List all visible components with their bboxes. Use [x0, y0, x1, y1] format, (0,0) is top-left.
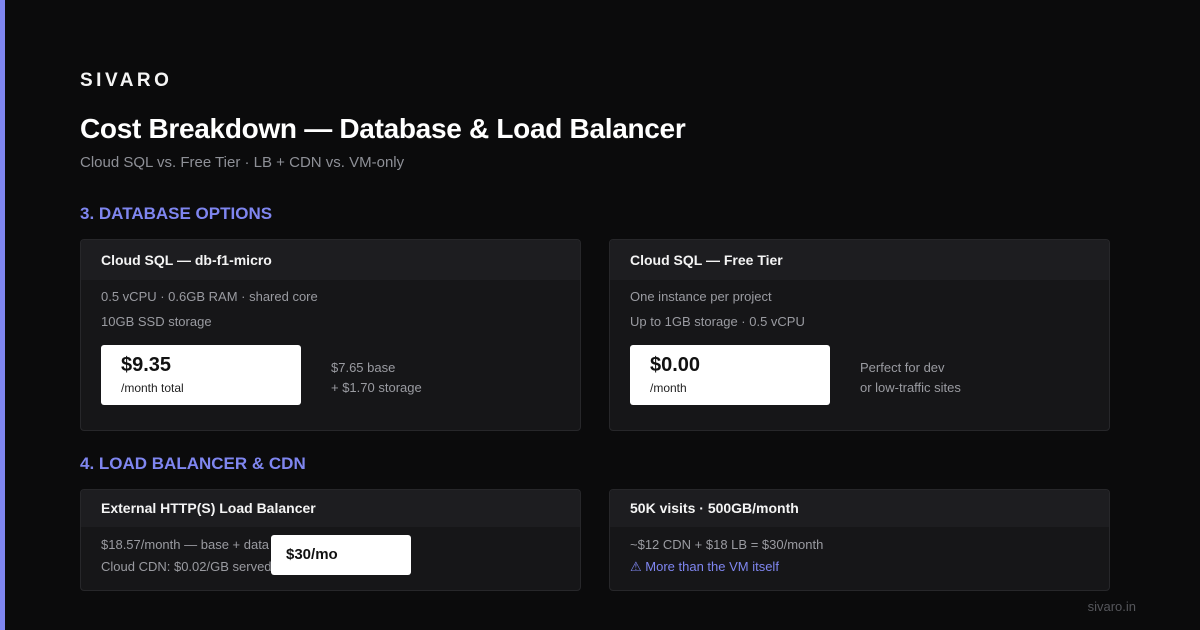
price-box: $9.35 /month total — [101, 345, 301, 405]
price-amount: $9.35 — [121, 354, 172, 376]
warning-text: ⚠ More than the VM itself — [630, 559, 779, 575]
brand-logo: SIVARO — [80, 70, 173, 91]
card-header: External HTTP(S) Load Balancer — [81, 490, 580, 527]
price-note-line: or low-traffic sites — [860, 380, 961, 395]
spec-line: ~$12 CDN + $18 LB = $30/month — [630, 537, 824, 552]
card-header: Cloud SQL — Free Tier — [610, 240, 1109, 280]
spec-line: $18.57/month — base + data — [101, 537, 270, 552]
page-subtitle: Cloud SQL vs. Free Tier · LB + CDN vs. V… — [80, 154, 405, 171]
price-note-line: $7.65 base — [331, 360, 396, 375]
price-note-line: + $1.70 storage — [331, 380, 422, 395]
card-cloud-sql-free: Cloud SQL — Free Tier One instance per p… — [609, 239, 1110, 431]
section-title-database: 3. DATABASE OPTIONS — [80, 204, 273, 223]
spec-line: Cloud CDN: $0.02/GB served — [101, 559, 272, 574]
price-period: /month total — [121, 381, 184, 395]
card-traffic-estimate: 50K visits · 500GB/month ~$12 CDN + $18 … — [609, 489, 1110, 591]
warning-icon: ⚠ More than the VM itself — [630, 559, 779, 574]
spec-line: 10GB SSD storage — [101, 314, 212, 329]
price-period: /month — [650, 381, 687, 395]
footer-url: sivaro.in — [1087, 599, 1136, 614]
price-note: $7.65 base + $1.70 storage — [331, 358, 422, 398]
price-amount: $30/mo — [286, 546, 338, 563]
card-header: 50K visits · 500GB/month — [610, 490, 1109, 527]
price-box: $0.00 /month — [630, 345, 830, 405]
price-amount: $0.00 — [650, 354, 701, 376]
page-title: Cost Breakdown — Database & Load Balance… — [80, 113, 686, 144]
spec-line: Up to 1GB storage · 0.5 vCPU — [630, 314, 805, 329]
card-load-balancer: External HTTP(S) Load Balancer $18.57/mo… — [80, 489, 581, 591]
section-title-load-balancer: 4. LOAD BALANCER & CDN — [80, 454, 306, 473]
spec-line: 0.5 vCPU · 0.6GB RAM · shared core — [101, 289, 318, 304]
card-header: Cloud SQL — db-f1-micro — [81, 240, 580, 280]
accent-bar — [0, 0, 5, 630]
price-box: $30/mo — [271, 535, 411, 575]
spec-line: One instance per project — [630, 289, 772, 304]
card-cloud-sql-micro: Cloud SQL — db-f1-micro 0.5 vCPU · 0.6GB… — [80, 239, 581, 431]
price-note-line: Perfect for dev — [860, 360, 945, 375]
price-note: Perfect for dev or low-traffic sites — [860, 358, 961, 398]
